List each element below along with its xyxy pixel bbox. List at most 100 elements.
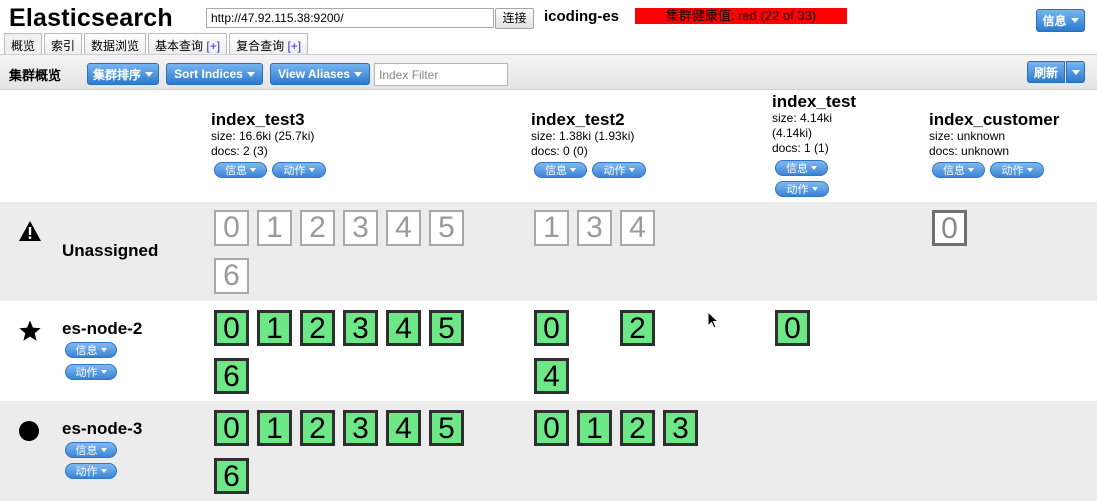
index-size: size: unknown [929,129,1006,143]
shard-0[interactable]: 0 [932,210,967,246]
shard-6[interactable]: 6 [214,358,249,394]
shard-5[interactable]: 5 [429,210,464,246]
toolbar-title: 集群概览 [9,68,62,83]
shard-3[interactable]: 3 [343,310,378,346]
shard-0[interactable]: 0 [214,210,249,246]
shard-1[interactable]: 1 [257,210,292,246]
shard-2[interactable]: 2 [620,310,655,346]
chevron-down-icon [246,71,255,77]
chevron-down-icon [811,166,817,170]
node-info-label: 信息 [75,345,98,357]
index-name: index_test [772,92,857,111]
index-info-label: 信息 [545,165,567,177]
shard-4[interactable]: 4 [534,358,569,394]
refresh-options-button[interactable] [1066,61,1085,83]
shard-2[interactable]: 2 [300,410,335,446]
shard-4[interactable]: 4 [620,210,655,246]
index-name: index_customer [929,110,1060,129]
chevron-down-icon [570,168,576,172]
index-docs: docs: 0 (0) [531,144,588,158]
cluster-name: icoding-es [544,8,620,25]
shard-6[interactable]: 6 [214,458,249,494]
index-header-index-test2: index_test2 size: 1.38ki (1.93ki) docs: … [531,110,634,159]
chevron-down-icon [308,168,315,172]
index-info-button[interactable]: 信息 [775,160,828,176]
connect-button[interactable]: 连接 [495,8,534,29]
shard-1[interactable]: 1 [257,410,292,446]
node-action-button[interactable]: 动作 [65,364,117,380]
index-info-button[interactable]: 信息 [932,162,985,178]
shard-4[interactable]: 4 [386,410,421,446]
index-action-button[interactable]: 动作 [990,162,1044,178]
shard-4[interactable]: 4 [386,210,421,246]
shard-0[interactable]: 0 [534,410,569,446]
view-aliases-button[interactable]: View Aliases [270,63,370,85]
shard-2[interactable]: 2 [620,410,655,446]
shard-1[interactable]: 1 [577,410,612,446]
sort-indices-button[interactable]: Sort Indices [166,63,263,85]
shard-4[interactable]: 4 [386,310,421,346]
sort-cluster-label: 集群排序 [92,67,141,82]
index-size: size: 16.6ki (25.7ki) [211,129,315,143]
tab-label: 数据浏览 [91,39,140,53]
index-header-index-test3: index_test3 size: 16.6ki (25.7ki) docs: … [211,110,314,159]
index-docs: docs: 1 (1) [772,141,829,155]
shard-3[interactable]: 3 [343,210,378,246]
index-info-button[interactable]: 信息 [214,162,267,178]
app-title: Elasticsearch [9,4,173,32]
index-size: size: 1.38ki (1.93ki) [531,129,635,143]
chevron-down-icon [628,168,635,172]
sort-cluster-button[interactable]: 集群排序 [87,63,159,85]
tab-add-icon[interactable]: [+] [287,39,301,53]
shard-3[interactable]: 3 [663,410,698,446]
shard-0[interactable]: 0 [214,410,249,446]
shard-1[interactable]: 1 [534,210,569,246]
mouse-cursor-icon [707,310,720,334]
node-action-button[interactable]: 动作 [65,463,117,479]
index-action-button[interactable]: 动作 [592,162,646,178]
shard-0[interactable]: 0 [214,310,249,346]
index-docs: docs: unknown [929,144,1010,158]
index-action-button[interactable]: 动作 [775,181,829,197]
circle-icon [18,420,40,446]
index-name: index_test2 [531,110,625,129]
shard-0[interactable]: 0 [534,310,569,346]
shard-3[interactable]: 3 [343,410,378,446]
shard-2[interactable]: 2 [300,210,335,246]
chevron-down-icon [100,469,107,473]
chevron-down-icon [811,187,818,191]
index-info-button[interactable]: 信息 [534,162,587,178]
tab-add-icon[interactable]: [+] [206,39,220,53]
index-filter-input[interactable] [374,63,508,86]
index-info-label: 信息 [786,163,808,175]
index-action-button[interactable]: 动作 [272,162,326,178]
chevron-down-icon [354,71,363,77]
index-action-label: 动作 [283,165,306,177]
shard-2[interactable]: 2 [300,310,335,346]
index-action-label: 动作 [603,165,626,177]
shard-1[interactable]: 1 [257,310,292,346]
chevron-down-icon [968,168,974,172]
shard-3[interactable]: 3 [577,210,612,246]
node-action-label: 动作 [75,466,98,478]
chevron-down-icon [145,71,153,77]
refresh-button[interactable]: 刷新 [1027,61,1065,83]
node-info-button[interactable]: 信息 [65,442,117,458]
shard-5[interactable]: 5 [429,310,464,346]
shard-5[interactable]: 5 [429,410,464,446]
shard-0[interactable]: 0 [775,310,810,346]
info-menu-button[interactable]: 信息 [1036,9,1085,32]
tab-label: 概览 [11,39,36,53]
cluster-health-badge: 集群健康值: red (22 of 33) [635,8,847,24]
index-docs: docs: 2 (3) [211,144,268,158]
index-action-label: 动作 [786,184,809,196]
chevron-down-icon [1071,69,1080,75]
index-action-label: 动作 [1001,165,1024,177]
index-header-index-test: index_test size: 4.14ki (4.14ki) docs: 1… [772,92,856,156]
node-info-button[interactable]: 信息 [65,342,117,358]
tab-label: 索引 [51,39,76,53]
star-icon [18,319,42,347]
chevron-down-icon [1026,168,1033,172]
cluster-url-input[interactable] [206,8,494,28]
shard-6[interactable]: 6 [214,258,249,294]
